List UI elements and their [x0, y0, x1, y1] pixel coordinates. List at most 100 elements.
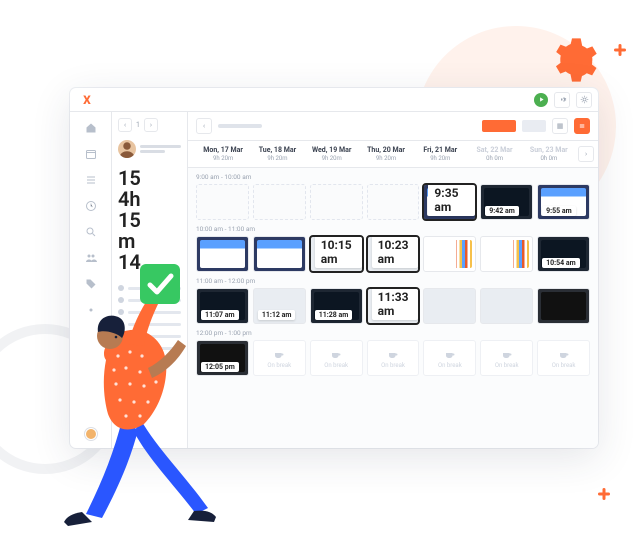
- pager: ‹ 1 ›: [118, 118, 181, 132]
- break-label: On break: [381, 362, 405, 369]
- thumb-time: 11:12 am: [258, 310, 296, 320]
- break-tile[interactable]: On break: [310, 340, 363, 376]
- hour-block: 11:00 am - 12:00 pm11:07 am11:12 am11:28…: [196, 274, 590, 324]
- brand-logo[interactable]: X: [80, 93, 94, 107]
- clock-icon[interactable]: [81, 196, 101, 216]
- break-tile[interactable]: On break: [423, 340, 476, 376]
- topbar: X: [70, 88, 598, 112]
- day-column[interactable]: Sun, 23 Mar0h 0m: [522, 141, 576, 167]
- day-column[interactable]: Tue, 18 Mar9h 20m: [250, 141, 304, 167]
- day-label: Wed, 19 Mar: [305, 146, 359, 154]
- pager-prev[interactable]: ‹: [118, 118, 132, 132]
- day-hours: 9h 20m: [196, 155, 250, 162]
- week-next-button[interactable]: ›: [578, 146, 594, 162]
- coffee-icon: [387, 348, 399, 360]
- day-label: Fri, 21 Mar: [413, 146, 467, 154]
- screenshot-thumb[interactable]: 11:33 am: [367, 288, 420, 324]
- screenshot-thumb[interactable]: 10:23 am: [367, 236, 420, 272]
- stats: 15 4h 15 m 14: [118, 168, 181, 273]
- break-label: On break: [267, 362, 291, 369]
- thumb-time: 9:35 am: [428, 184, 475, 216]
- gear-icon: [546, 34, 598, 86]
- screenshot-thumb: [310, 184, 363, 220]
- day-column[interactable]: Mon, 17 Mar9h 20m: [196, 141, 250, 167]
- thumb-time: 9:55 am: [542, 206, 576, 216]
- settings-button[interactable]: [554, 92, 570, 108]
- screenshot-thumb[interactable]: 11:12 am: [253, 288, 306, 324]
- day-label: Mon, 17 Mar: [196, 146, 250, 154]
- hour-label: 11:00 am - 12:00 pm: [196, 274, 590, 288]
- screenshot-thumb[interactable]: 9:42 am: [480, 184, 533, 220]
- screenshot-thumb: [196, 184, 249, 220]
- stat-value: 15: [118, 168, 181, 189]
- break-tile[interactable]: On break: [253, 340, 306, 376]
- day-label: Sat, 22 Mar: [467, 146, 521, 154]
- calendar-icon[interactable]: [81, 144, 101, 164]
- screenshot-thumb[interactable]: [480, 288, 533, 324]
- coffee-icon: [501, 348, 513, 360]
- day-header: Mon, 17 Mar9h 20mTue, 18 Mar9h 20mWed, 1…: [188, 140, 598, 168]
- coffee-icon: [330, 348, 342, 360]
- coffee-icon: [558, 348, 570, 360]
- break-label: On break: [324, 362, 348, 369]
- pager-next[interactable]: ›: [144, 118, 158, 132]
- screenshot-thumb[interactable]: [253, 236, 306, 272]
- list-icon[interactable]: [81, 170, 101, 190]
- hour-block: 9:00 am - 10:00 am9:35 am9:42 am 9:55 am: [196, 170, 590, 220]
- screenshot-thumb[interactable]: [423, 288, 476, 324]
- brightness-button[interactable]: [576, 92, 592, 108]
- secondary-action[interactable]: [522, 120, 546, 132]
- screenshot-thumb[interactable]: 9:35 am: [423, 184, 476, 220]
- day-label: Sun, 23 Mar: [522, 146, 576, 154]
- day-hours: 9h 20m: [305, 155, 359, 162]
- screenshot-thumb[interactable]: 9:55 am: [537, 184, 590, 220]
- break-tile[interactable]: On break: [367, 340, 420, 376]
- day-hours: 9h 20m: [413, 155, 467, 162]
- screenshot-thumb[interactable]: [537, 288, 590, 324]
- day-label: Thu, 20 Mar: [359, 146, 413, 154]
- break-tile[interactable]: On break: [480, 340, 533, 376]
- day-column[interactable]: Sat, 22 Mar0h 0m: [467, 141, 521, 167]
- grid-view-button[interactable]: ▦: [552, 118, 568, 134]
- list-view-button[interactable]: ≣: [574, 118, 590, 134]
- user-avatar: [118, 140, 136, 158]
- date-range[interactable]: [218, 124, 262, 128]
- users-icon[interactable]: [81, 248, 101, 268]
- screenshot-thumb[interactable]: [196, 236, 249, 272]
- illustration-person: [36, 282, 236, 522]
- week-prev-button[interactable]: ‹: [196, 118, 212, 134]
- screenshot-thumb[interactable]: [480, 236, 533, 272]
- stat-value: m: [118, 231, 181, 252]
- play-button[interactable]: [534, 93, 548, 107]
- break-label: On break: [438, 362, 462, 369]
- thumb-time: 10:54 am: [542, 258, 580, 268]
- hour-label: 9:00 am - 10:00 am: [196, 170, 590, 184]
- thumb-time: 11:33 am: [372, 288, 419, 320]
- search-icon[interactable]: [81, 222, 101, 242]
- day-hours: 0h 0m: [467, 155, 521, 162]
- hour-label: 10:00 am - 11:00 am: [196, 222, 590, 236]
- screenshot-thumb: [253, 184, 306, 220]
- day-label: Tue, 18 Mar: [250, 146, 304, 154]
- screenshot-thumb[interactable]: [423, 236, 476, 272]
- coffee-icon: [273, 348, 285, 360]
- pager-number: 1: [136, 121, 140, 129]
- home-icon[interactable]: [81, 118, 101, 138]
- screenshot-thumb[interactable]: 10:15 am: [310, 236, 363, 272]
- day-hours: 9h 20m: [250, 155, 304, 162]
- hour-block: 10:00 am - 11:00 am10:15 am 10:23 am 10:54…: [196, 222, 590, 272]
- day-column[interactable]: Fri, 21 Mar9h 20m: [413, 141, 467, 167]
- brand-mark: X: [83, 94, 91, 106]
- day-column[interactable]: Thu, 20 Mar9h 20m: [359, 141, 413, 167]
- thumb-time: 10:23 am: [372, 236, 419, 268]
- user-summary[interactable]: [118, 140, 181, 158]
- screenshot-thumb[interactable]: 10:54 am: [537, 236, 590, 272]
- screenshot-thumb[interactable]: 11:28 am: [310, 288, 363, 324]
- primary-action[interactable]: [482, 120, 516, 132]
- day-column[interactable]: Wed, 19 Mar9h 20m: [305, 141, 359, 167]
- break-tile[interactable]: On break: [537, 340, 590, 376]
- sparkle-icon: [614, 44, 626, 56]
- main-area: ‹ ▦ ≣ Mon, 17 Mar9h 20mTue, 18 Mar9h 20m…: [188, 112, 598, 448]
- control-bar: ‹ ▦ ≣: [188, 112, 598, 140]
- sparkle-icon: [598, 488, 610, 500]
